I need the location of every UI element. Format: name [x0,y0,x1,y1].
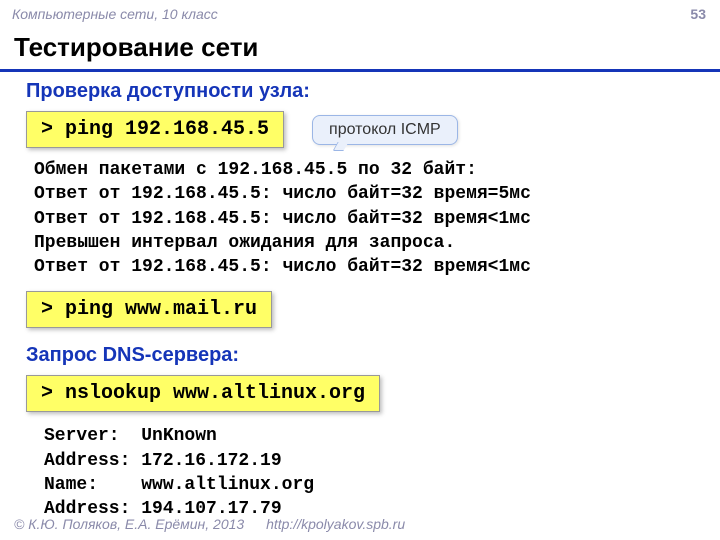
callout-icmp: протокол ICMP [312,115,458,145]
section-heading-ping: Проверка доступности узла: [26,80,694,103]
slide-title: Тестирование сети [0,28,720,72]
footer-url: http://kpolyakov.spb.ru [266,516,405,532]
slide-footer: © К.Ю. Поляков, Е.А. Ерёмин, 2013 http:/… [14,516,405,532]
footer-copyright: © К.Ю. Поляков, Е.А. Ерёмин, 2013 [14,516,244,532]
slide-content: Проверка доступности узла: > ping 192.16… [0,80,720,522]
cmd-row-ping-ip: > ping 192.168.45.5 протокол ICMP [26,111,694,148]
output-ping: Обмен пакетами с 192.168.45.5 по 32 байт… [34,158,694,279]
page-number: 53 [690,6,706,22]
slide-header: Компьютерные сети, 10 класс [0,0,720,28]
command-ping-domain: > ping www.mail.ru [26,291,272,328]
command-ping-ip: > ping 192.168.45.5 [26,111,284,148]
section-heading-dns: Запрос DNS-сервера: [26,344,694,367]
output-nslookup: Server: UnKnown Address: 172.16.172.19 N… [44,424,694,521]
command-nslookup: > nslookup www.altlinux.org [26,375,380,412]
